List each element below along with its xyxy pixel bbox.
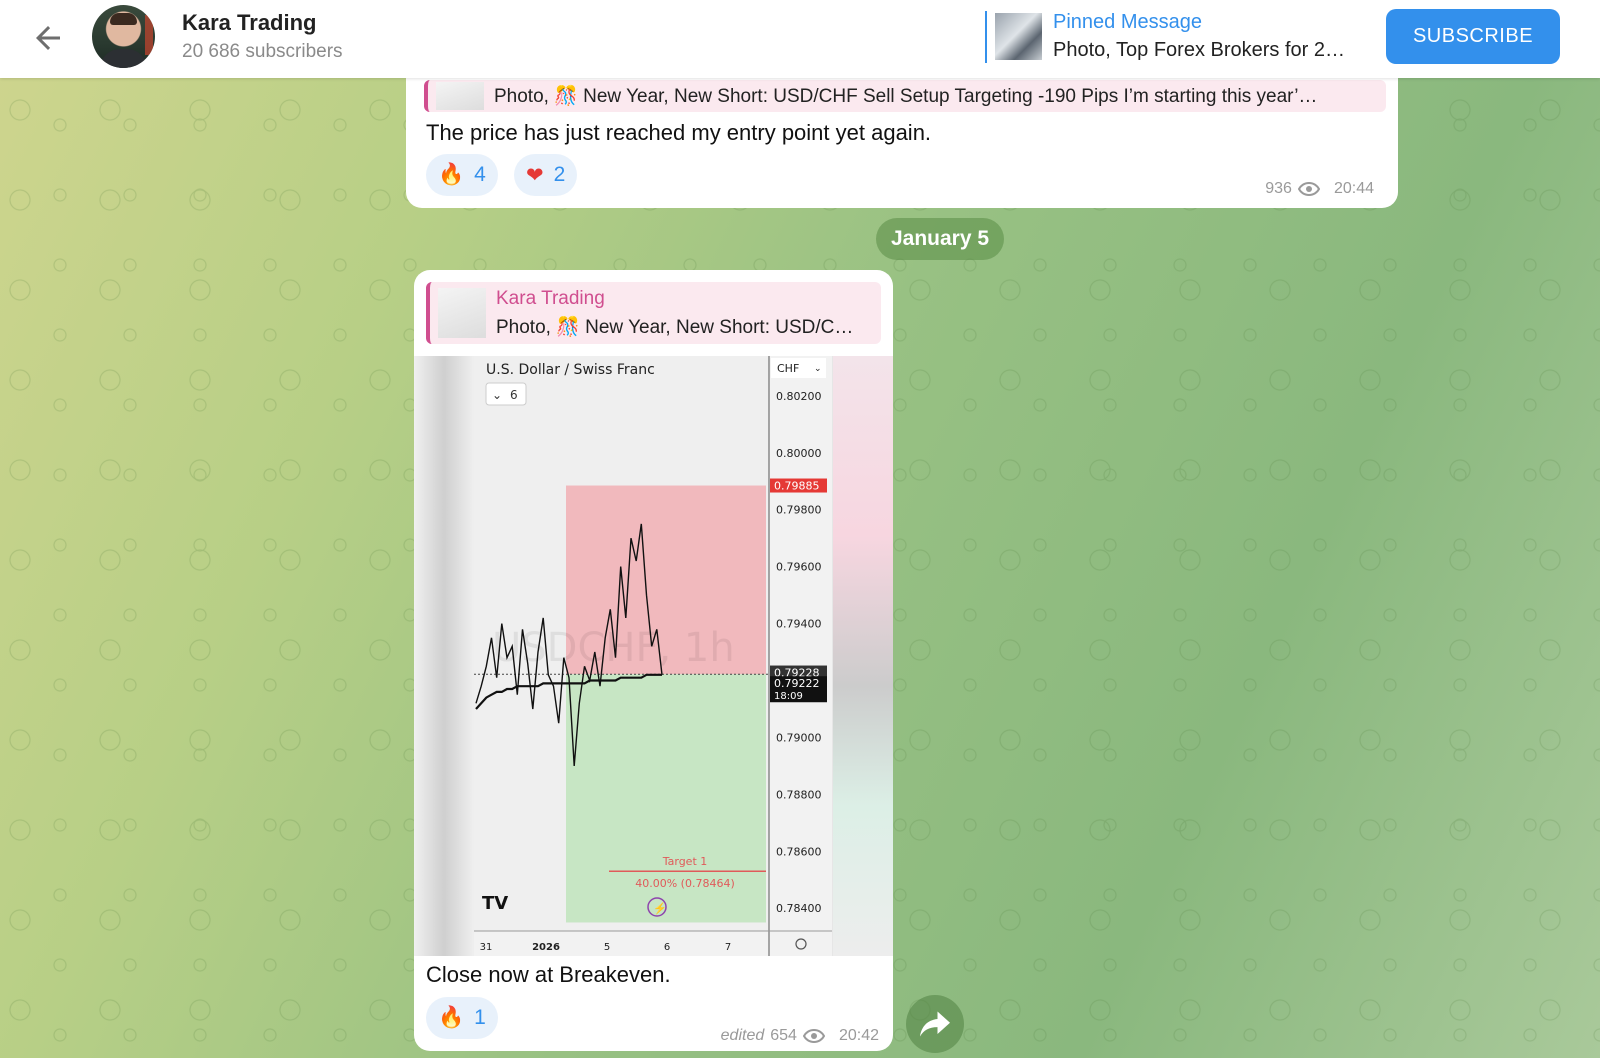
back-arrow-icon[interactable] [30,20,66,56]
y-tick-label: 0.80200 [776,390,822,403]
y-tick-label: 0.78800 [776,788,822,801]
x-tick-label: 6 [664,942,670,953]
svg-text:⚡: ⚡ [653,902,667,915]
date-separator: January 5 [876,218,1004,260]
x-tick-label: 7 [725,942,731,953]
reply-quote[interactable]: Kara Trading Photo, 🎊 New Year, New Shor… [426,282,881,344]
y-tick-label: 0.79800 [776,504,822,517]
pinned-thumbnail [995,13,1042,60]
pinned-message[interactable]: Pinned Message Photo, Top Forex Brokers … [985,11,1345,63]
message-time: 20:44 [1333,180,1374,197]
price-label-text: 0.79885 [774,480,820,493]
y-tick-label: 0.80000 [776,447,822,460]
currency-label: CHF [777,362,799,375]
reaction-heart[interactable]: ❤ 2 [514,154,578,196]
x-tick-label: 2026 [532,942,560,953]
fire-icon: 🔥 [438,163,465,186]
message-text: Close now at Breakeven. [426,962,671,987]
channel-title[interactable]: Kara Trading [182,10,316,36]
heart-icon: ❤ [526,163,544,187]
reply-quote[interactable]: Photo, 🎊 New Year, New Short: USD/CHF Se… [424,80,1386,112]
chart-photo[interactable]: USDCHF, 1h 0.80200 0.80000 0.79800 0.79600 0… [414,356,893,956]
chart-svg: USDCHF, 1h 0.802000.800000.798000.796000… [474,356,832,956]
chevron-down-icon: ⌄ [492,388,502,402]
channel-avatar[interactable] [92,5,155,68]
subscribe-button[interactable]: SUBSCRIBE [1386,9,1560,64]
y-tick-label: 0.79400 [776,618,822,631]
y-tick-label: 0.79000 [776,731,822,744]
reaction-count: 4 [474,163,486,186]
target-value: 40.00% (0.78464) [635,877,735,890]
channel-header: Kara Trading 20 686 subscribers Pinned M… [0,0,1600,78]
reply-text: Photo, 🎊 New Year, New Short: USD/C… [496,317,854,338]
reaction-fire[interactable]: 🔥 4 [426,154,498,196]
x-tick-label: 5 [604,942,610,953]
interval-value: 6 [510,388,518,402]
fire-icon: 🔥 [438,1006,465,1029]
y-tick-label: 0.78600 [776,845,822,858]
pinned-label: Pinned Message [1053,11,1202,33]
message-meta: edited 654 20:42 [721,1027,879,1045]
message-bubble[interactable]: Kara Trading Photo, 🎊 New Year, New Shor… [414,270,893,1051]
chart-title: U.S. Dollar / Swiss Franc [486,362,655,378]
y-tick-label: 0.78400 [776,902,822,915]
reply-text: Photo, 🎊 New Year, New Short: USD/CHF Se… [494,86,1318,107]
view-count: 936 [1265,180,1292,197]
message-meta: 936 20:44 [1265,180,1374,198]
reaction-count: 2 [553,163,566,186]
share-arrow-icon [920,1011,950,1037]
chevron-down-icon: ⌄ [814,363,822,373]
view-count: 654 [770,1027,797,1044]
target-label: Target 1 [662,855,708,868]
y-tick-label: 0.79600 [776,561,822,574]
reaction-fire[interactable]: 🔥 1 [426,997,498,1039]
price-label-text: 0.79222 [774,677,820,690]
message-time: 20:42 [838,1027,879,1044]
x-tick-label: 31 [480,942,493,953]
share-button[interactable] [906,995,964,1053]
eye-icon [802,1029,825,1043]
pinned-text: Photo, Top Forex Brokers for 2… [1053,39,1345,61]
reply-author: Kara Trading [496,288,605,309]
subscriber-count: 20 686 subscribers [182,41,343,62]
reply-thumbnail [436,82,484,110]
reaction-count: 1 [474,1006,486,1029]
reply-thumbnail [438,288,486,338]
eye-icon [1297,182,1320,196]
edited-label: edited [720,1027,765,1044]
message-text: The price has just reached my entry poin… [426,120,932,145]
tradingview-logo: TV [482,893,508,914]
price-label-time: 18:09 [774,691,803,702]
